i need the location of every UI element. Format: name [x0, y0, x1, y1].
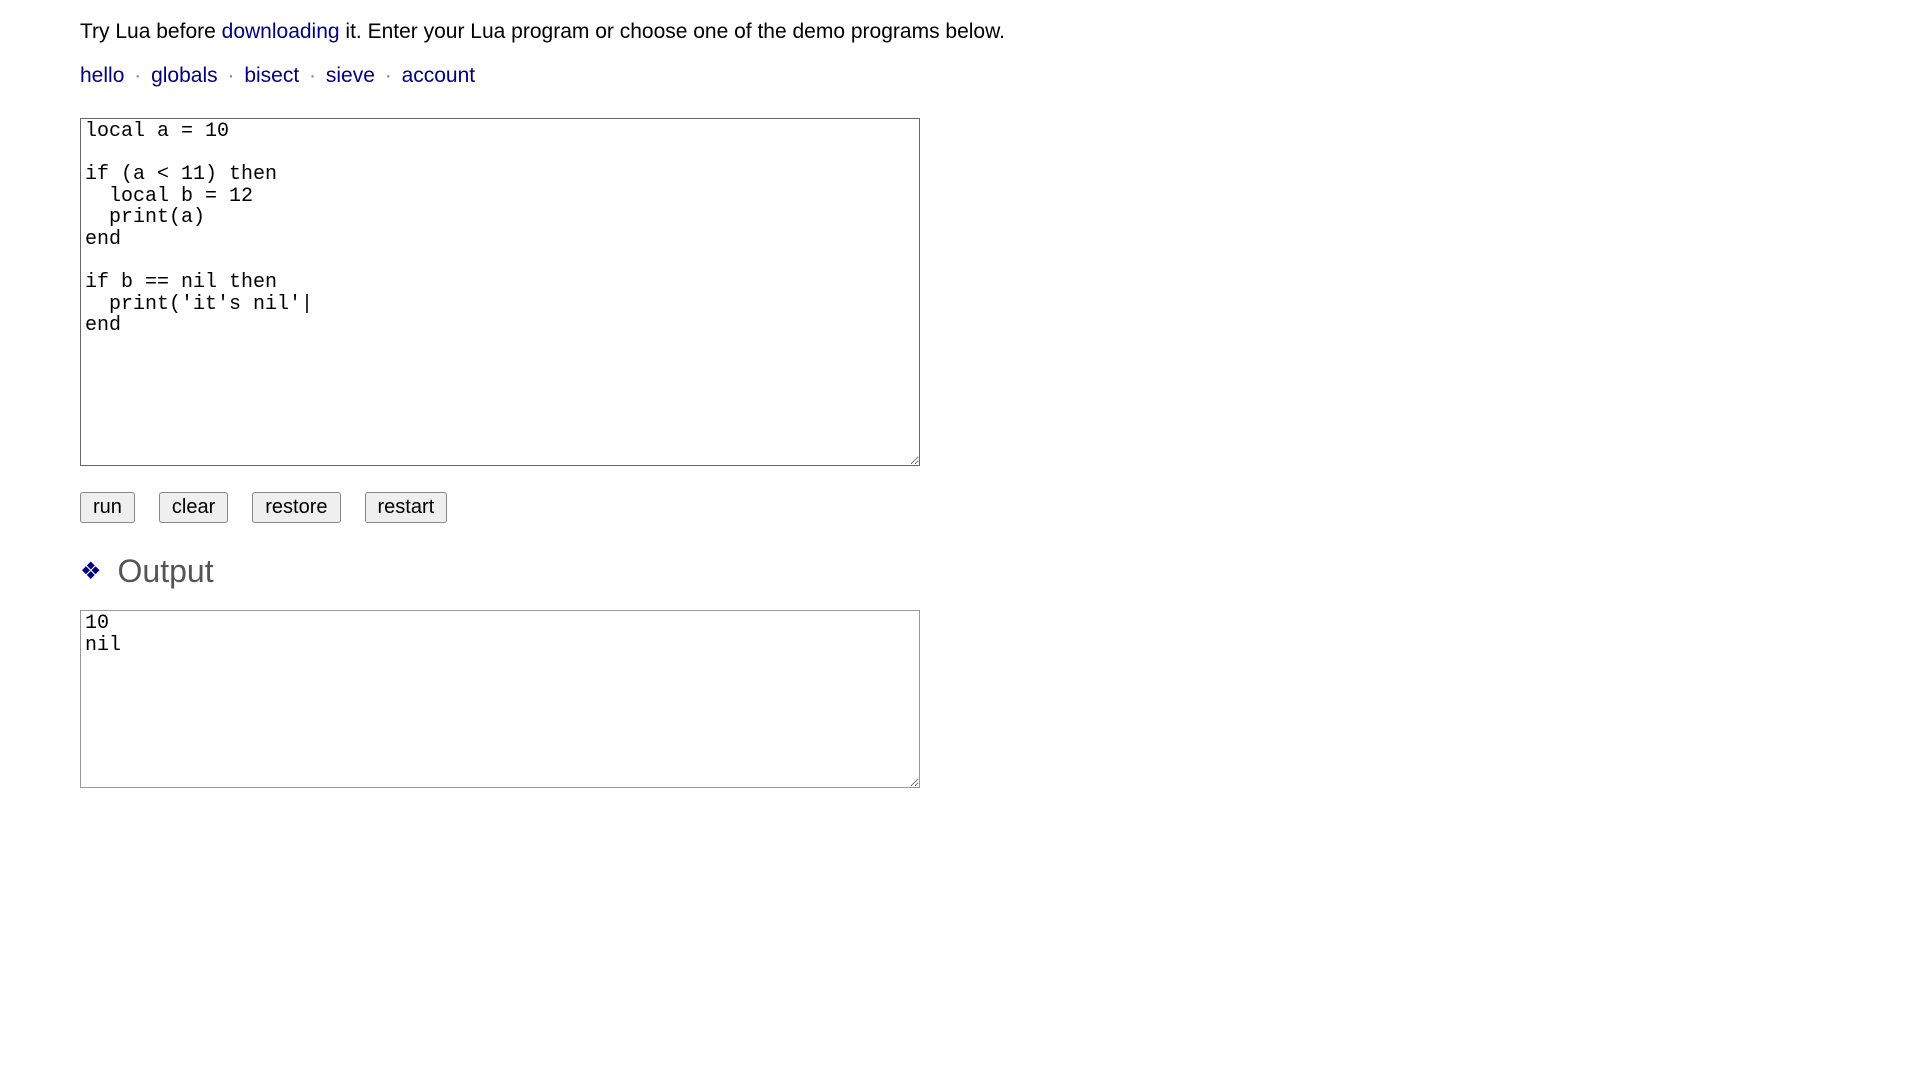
output-display[interactable]: [80, 610, 920, 788]
separator: ·: [227, 64, 234, 87]
separator: ·: [134, 64, 141, 87]
run-button[interactable]: run: [80, 492, 135, 523]
restore-button[interactable]: restore: [252, 492, 340, 523]
clear-button[interactable]: clear: [159, 492, 228, 523]
diamond-icon: ❖: [80, 557, 102, 586]
demo-link-globals[interactable]: globals: [151, 64, 218, 87]
demo-link-bisect[interactable]: bisect: [244, 64, 299, 87]
demo-link-sieve[interactable]: sieve: [326, 64, 375, 87]
restart-button[interactable]: restart: [365, 492, 448, 523]
separator: ·: [309, 64, 316, 87]
output-header: ❖ Output: [80, 553, 1840, 590]
separator: ·: [385, 64, 392, 87]
button-row: run clear restore restart: [80, 492, 1840, 523]
code-input[interactable]: [80, 118, 920, 466]
demo-links: hello · globals · bisect · sieve · accou…: [80, 64, 1840, 88]
demo-link-account[interactable]: account: [402, 64, 476, 87]
intro-text: Try Lua before downloading it. Enter you…: [80, 20, 1840, 44]
demo-link-hello[interactable]: hello: [80, 64, 124, 87]
intro-suffix: it. Enter your Lua program or choose one…: [340, 20, 1005, 43]
output-title: Output: [118, 553, 214, 590]
downloading-link[interactable]: downloading: [222, 20, 340, 43]
intro-prefix: Try Lua before: [80, 20, 222, 43]
